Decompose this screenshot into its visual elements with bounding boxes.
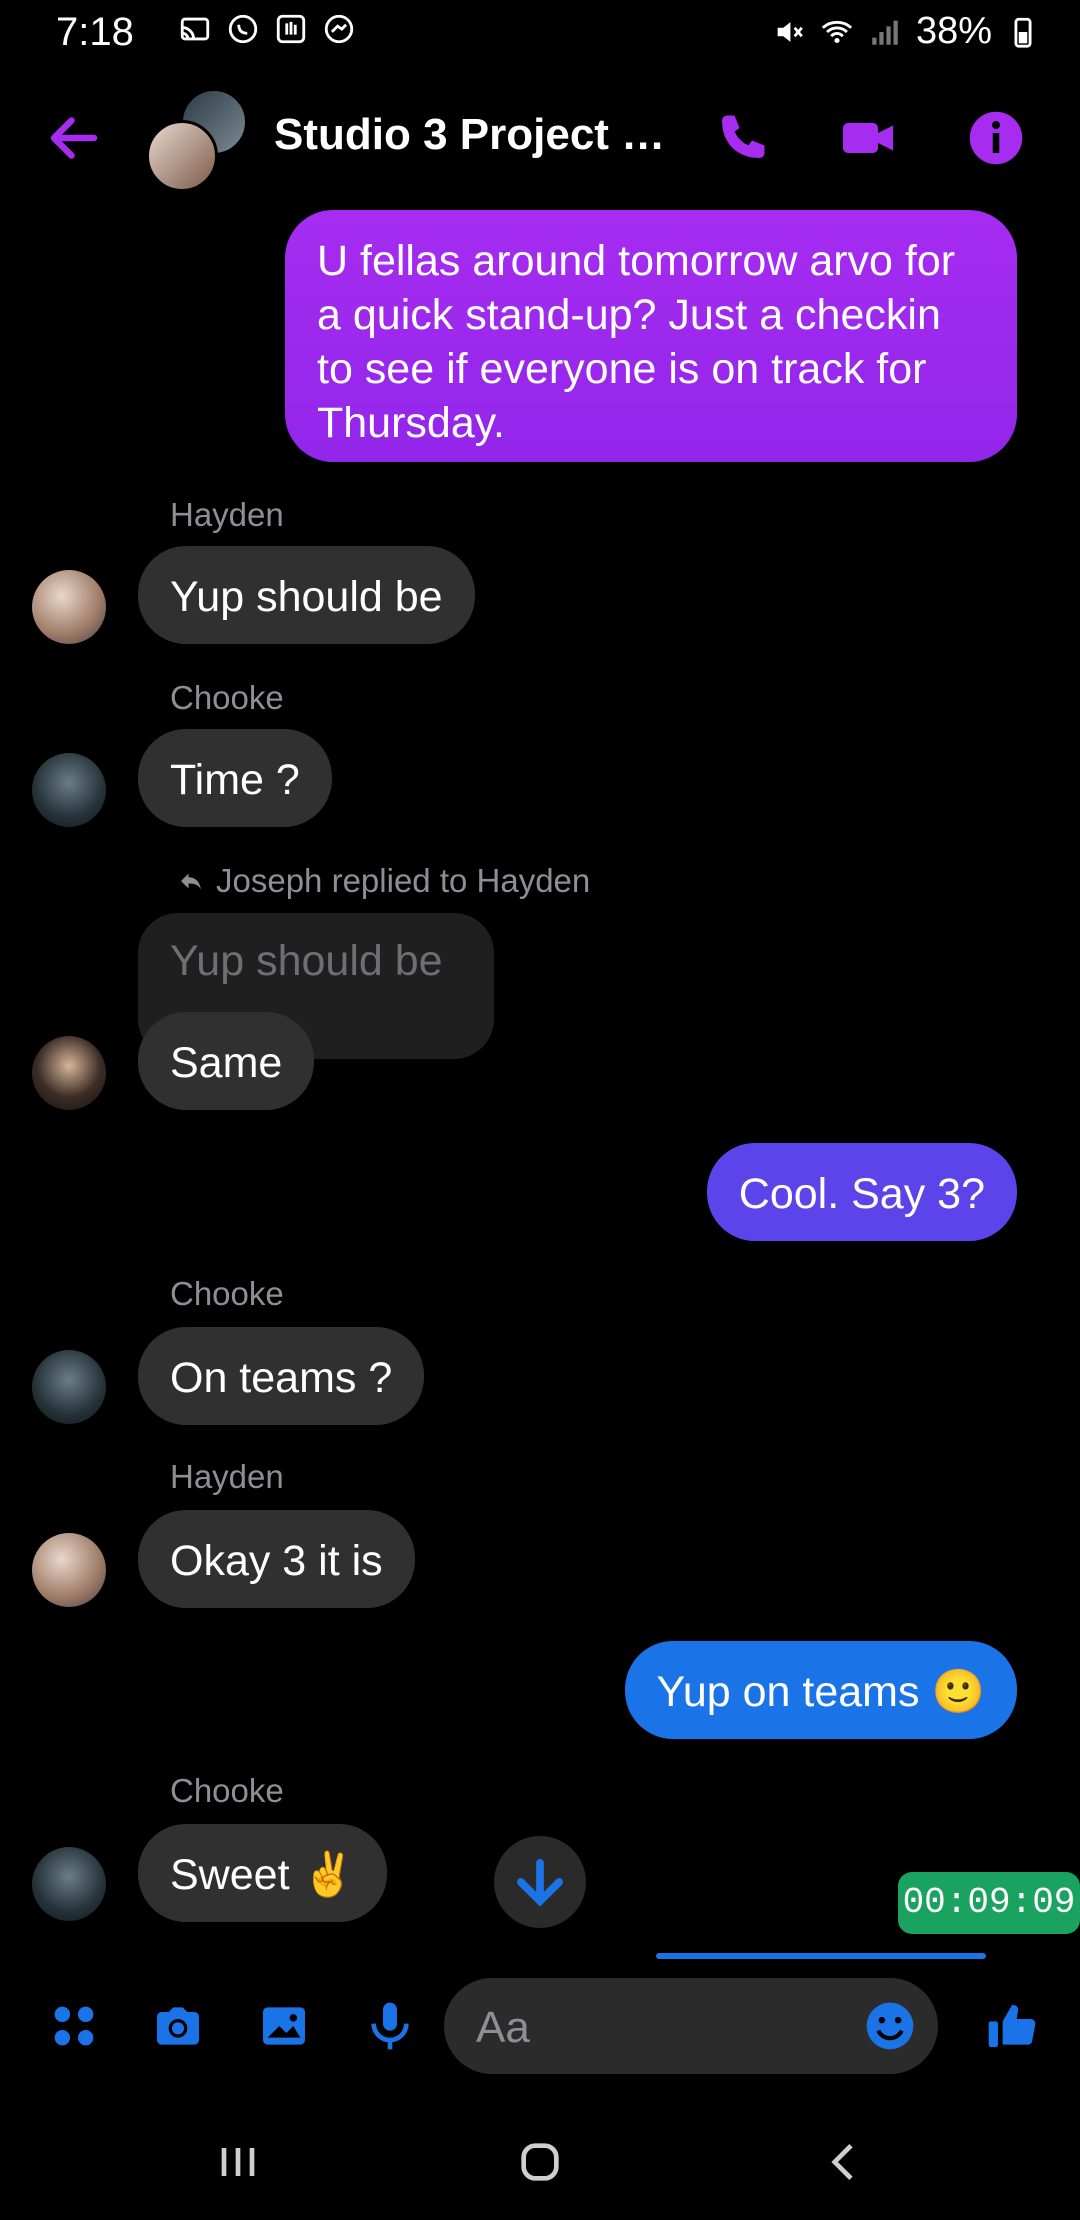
messenger-icon	[324, 14, 354, 44]
group-avatar-front	[146, 120, 218, 192]
status-time: 7:18	[56, 10, 134, 54]
avatar[interactable]	[32, 753, 106, 827]
outgoing-message[interactable]: U fellas around tomorrow arvo for a quic…	[285, 210, 1017, 462]
thumbs-up-icon[interactable]	[984, 1998, 1040, 2054]
recent-apps-icon[interactable]	[210, 2134, 266, 2190]
avatar[interactable]	[32, 1533, 106, 1607]
outgoing-message[interactable]: Cool. Say 3?	[706, 1143, 1017, 1241]
avatar[interactable]	[32, 1036, 106, 1110]
mute-icon	[777, 21, 803, 42]
incoming-message[interactable]: Sweet ✌️	[138, 1824, 387, 1922]
reply-icon	[181, 873, 201, 890]
signal-icon	[872, 20, 898, 45]
message-text: Yup should be	[170, 573, 443, 621]
video-camera-icon[interactable]	[838, 108, 898, 168]
incoming-message[interactable]: Okay 3 it is	[138, 1510, 415, 1608]
message-text: Yup on teams 🙂	[656, 1668, 985, 1716]
message-text: Time ?	[170, 756, 300, 804]
message-text: Same	[170, 1039, 283, 1087]
message-text: U fellas around tomorrow arvo for a quic…	[317, 237, 956, 447]
recording-timer: 00:09:09	[898, 1872, 1080, 1934]
conversation-title[interactable]: Studio 3 Project T...	[274, 110, 674, 160]
sender-name: Chooke	[170, 679, 284, 716]
sender-name: Hayden	[170, 1458, 284, 1495]
gallery-icon[interactable]	[256, 1998, 312, 2054]
battery-icon	[1014, 17, 1032, 48]
whatsapp-icon	[228, 14, 258, 44]
outgoing-message[interactable]: Yup on teams 🙂	[624, 1641, 1017, 1739]
message-text: On teams ?	[170, 1354, 393, 1402]
avatar[interactable]	[32, 1350, 106, 1424]
system-navigation-bar	[0, 2110, 1080, 2220]
incoming-message[interactable]: Yup should be	[138, 546, 475, 644]
arrow-down-icon	[517, 1859, 563, 1907]
reply-label: Joseph replied to Hayden	[216, 862, 591, 899]
message-input-placeholder: Aa	[476, 2003, 530, 2052]
microphone-icon[interactable]	[362, 1998, 418, 2054]
reply-indicator: Joseph replied to Hayden	[176, 862, 590, 900]
cast-icon	[180, 17, 210, 41]
back-nav-icon[interactable]	[816, 2134, 872, 2190]
status-icons-right: 38%	[772, 10, 1040, 53]
quoted-text: Yup should be	[170, 937, 443, 985]
scroll-to-bottom-button[interactable]	[494, 1836, 586, 1928]
emoji-icon[interactable]	[862, 1998, 918, 2054]
apps-grid-icon[interactable]	[46, 1998, 102, 2054]
message-text: Sweet ✌️	[170, 1851, 355, 1899]
incoming-message[interactable]: Same	[138, 1012, 315, 1110]
status-icons-left	[178, 12, 356, 46]
home-icon[interactable]	[512, 2134, 568, 2190]
avatar[interactable]	[32, 570, 106, 644]
message-text: Cool. Say 3?	[738, 1170, 985, 1218]
camera-icon[interactable]	[150, 1998, 206, 2054]
status-bar: 7:18 38%	[0, 0, 1080, 70]
incoming-message[interactable]: Time ?	[138, 729, 332, 827]
sender-name: Chooke	[170, 1772, 284, 1809]
message-text: Okay 3 it is	[170, 1537, 383, 1585]
avatar[interactable]	[32, 1847, 106, 1921]
incoming-message[interactable]: On teams ?	[138, 1327, 425, 1425]
sender-name: Hayden	[170, 496, 284, 533]
phone-icon[interactable]	[712, 108, 772, 168]
hand-icon	[276, 14, 306, 44]
partial-message-edge	[656, 1953, 986, 1959]
back-arrow-icon[interactable]	[44, 108, 104, 168]
wifi-icon	[821, 20, 853, 43]
info-icon[interactable]	[966, 108, 1026, 168]
sender-name: Chooke	[170, 1275, 284, 1312]
battery-percent: 38%	[915, 10, 992, 52]
